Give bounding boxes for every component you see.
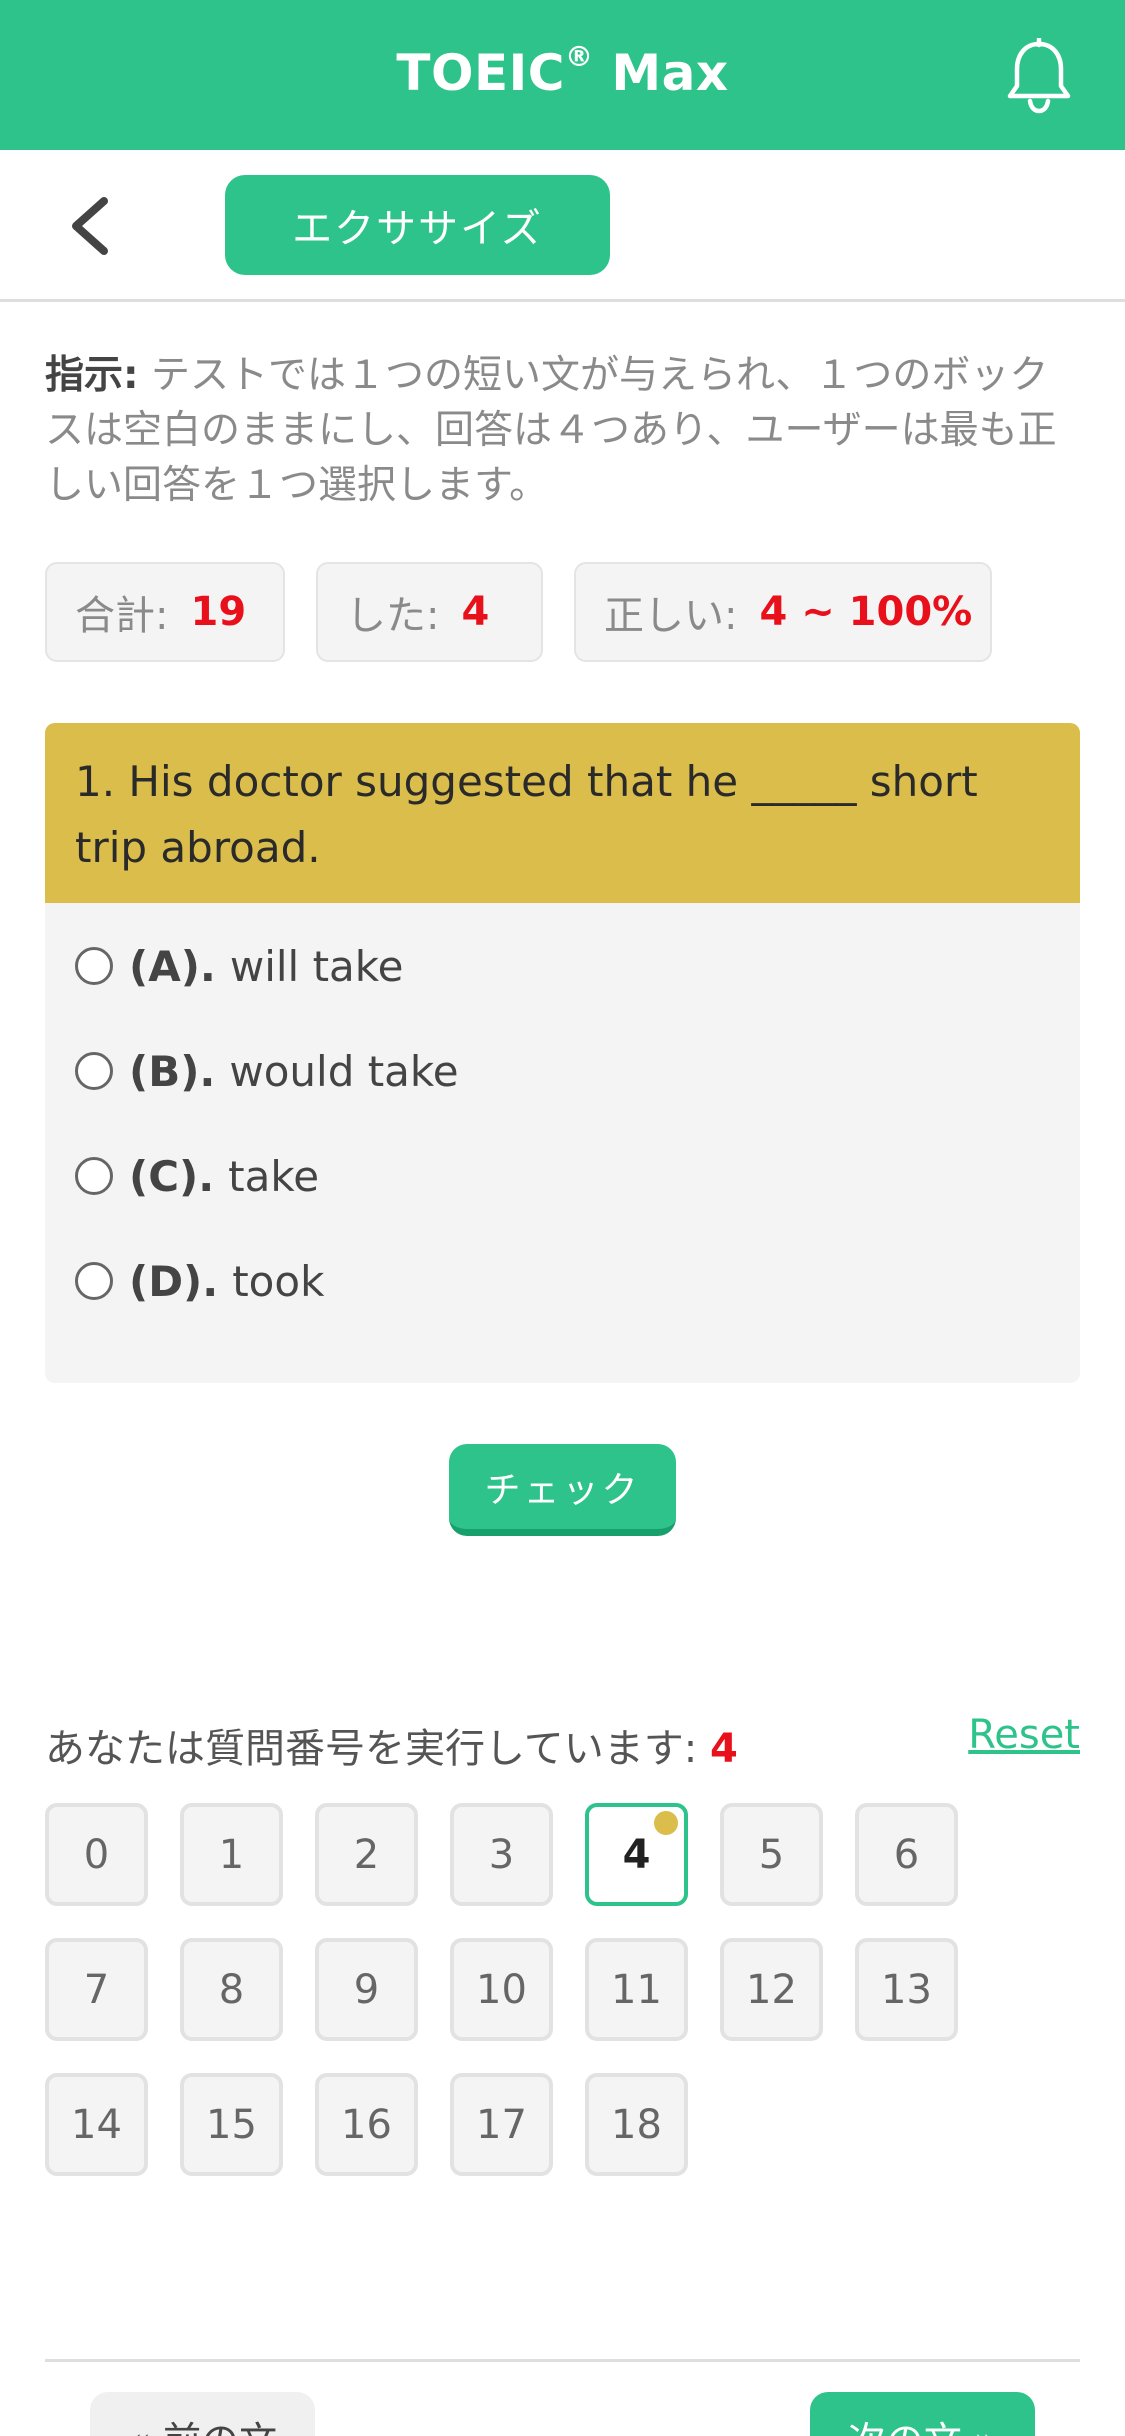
reset-link[interactable]: Reset	[968, 1712, 1080, 1758]
app-header: TOEIC® Max	[0, 0, 1125, 150]
question-number-3[interactable]: 3	[450, 1803, 553, 1906]
question-number-13[interactable]: 13	[855, 1938, 958, 2041]
divider	[45, 2359, 1080, 2362]
question-text: 1. His doctor suggested that he _____ sh…	[45, 723, 1080, 903]
next-sentence-button[interactable]: 次の文 »	[810, 2392, 1035, 2436]
question-number-7[interactable]: 7	[45, 1938, 148, 2041]
question-number-12[interactable]: 12	[720, 1938, 823, 2041]
exercise-tab-button[interactable]: エクササイズ	[225, 175, 610, 275]
question-number-10[interactable]: 10	[450, 1938, 553, 2041]
stat-done: した: 4	[316, 562, 543, 662]
radio-button[interactable]	[75, 947, 113, 985]
question-number-14[interactable]: 14	[45, 2073, 148, 2176]
bell-icon[interactable]	[1003, 38, 1075, 114]
question-number-6[interactable]: 6	[855, 1803, 958, 1906]
stat-total: 合計: 19	[45, 562, 285, 662]
instructions-text: 指示: テストでは１つの短い文が与えられ、１つのボックスは空白のままにし、回答は…	[45, 353, 1057, 508]
question-number-15[interactable]: 15	[180, 2073, 283, 2176]
current-question-indicator: あなたは質問番号を実行しています: 4	[45, 1726, 738, 1772]
stat-correct: 正しい: 4 ~ 100%	[574, 562, 992, 662]
radio-button[interactable]	[75, 1262, 113, 1300]
question-number-4[interactable]: 4	[585, 1803, 688, 1906]
app-title: TOEIC® Max	[396, 40, 729, 102]
question-number-8[interactable]: 8	[180, 1938, 283, 2041]
question-number-9[interactable]: 9	[315, 1938, 418, 2041]
question-number-0[interactable]: 0	[45, 1803, 148, 1906]
question-number-2[interactable]: 2	[315, 1803, 418, 1906]
option-d[interactable]: (D). took	[75, 1251, 324, 1311]
question-number-5[interactable]: 5	[720, 1803, 823, 1906]
chevron-left-icon[interactable]	[66, 195, 114, 257]
option-a[interactable]: (A). will take	[75, 936, 403, 996]
option-b[interactable]: (B). would take	[75, 1041, 459, 1101]
instructions-label: 指示:	[45, 353, 139, 398]
check-button[interactable]: チェック	[449, 1444, 676, 1536]
question-number-16[interactable]: 16	[315, 2073, 418, 2176]
question-card: 1. His doctor suggested that he _____ sh…	[45, 723, 1080, 1383]
sub-toolbar: エクササイズ	[0, 150, 1125, 302]
question-number-1[interactable]: 1	[180, 1803, 283, 1906]
option-c[interactable]: (C). take	[75, 1146, 319, 1206]
current-dot	[654, 1811, 678, 1835]
question-number-17[interactable]: 17	[450, 2073, 553, 2176]
question-number-18[interactable]: 18	[585, 2073, 688, 2176]
radio-button[interactable]	[75, 1052, 113, 1090]
question-number-11[interactable]: 11	[585, 1938, 688, 2041]
prev-sentence-button[interactable]: « 前の文	[90, 2392, 315, 2436]
radio-button[interactable]	[75, 1157, 113, 1195]
